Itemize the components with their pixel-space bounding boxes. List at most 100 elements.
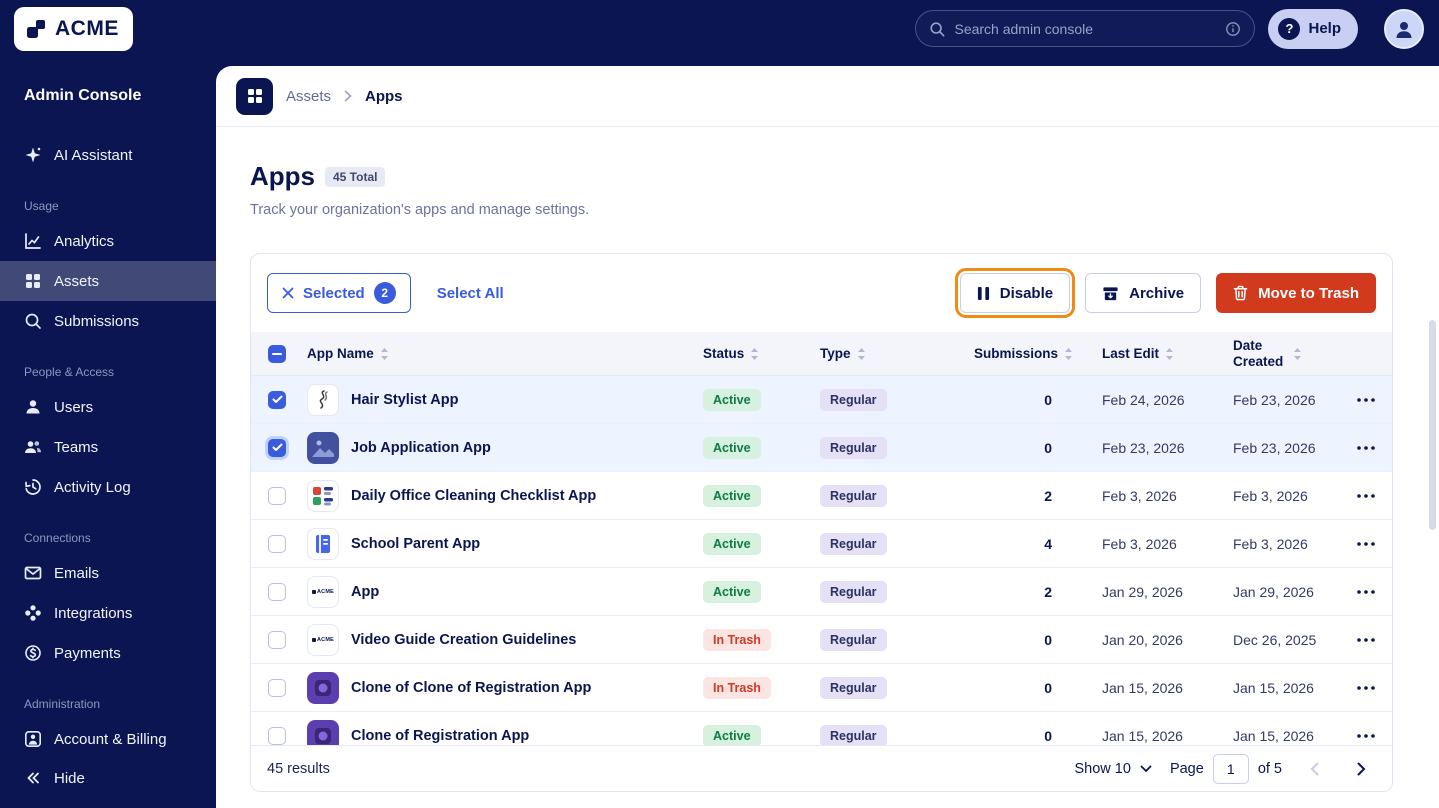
trash-icon [1233,285,1248,301]
app-name-link[interactable]: Video Guide Creation Guidelines [351,632,576,648]
avatar[interactable] [1384,8,1424,49]
type-badge: Regular [820,436,887,459]
sidebar-item-label: Submissions [54,312,140,330]
app-icon [307,479,339,512]
table-row[interactable]: Clone of Clone of Registration App In Tr… [251,664,1392,712]
sidebar-item-payments[interactable]: Payments [0,633,216,673]
row-checkbox[interactable] [268,486,286,505]
column-header-app-name[interactable]: App Name [307,346,703,361]
select-all-checkbox[interactable] [268,344,286,363]
app-name-link[interactable]: Daily Office Cleaning Checklist App [351,488,596,504]
table-row[interactable]: Job Application App Active Regular 0 Feb… [251,424,1392,472]
bulk-actions-toolbar: Selected 2 Select All Disable Archive Mo… [251,254,1392,332]
table-row[interactable]: Hair Stylist App Active Regular 0 Feb 24… [251,376,1392,424]
row-checkbox[interactable] [268,630,286,649]
previous-page-button[interactable] [1300,756,1329,782]
disable-label: Disable [999,284,1054,302]
sidebar-item-account-billing[interactable]: Account & Billing [0,719,216,759]
question-mark-icon: ? [1278,17,1301,40]
sidebar-item-users[interactable]: Users [0,387,216,427]
app-name-link[interactable]: App [351,584,379,600]
acme-logo[interactable]: ACME [14,6,133,51]
clear-selection-button[interactable]: Selected 2 [267,273,411,313]
page-size-select[interactable]: Show 10 [1075,761,1152,777]
row-checkbox[interactable] [268,678,286,697]
sidebar-section-connections: Connections [24,531,91,545]
sort-icon [380,347,388,360]
row-actions-button[interactable] [1351,680,1381,696]
row-checkbox[interactable] [268,534,286,553]
last-edit-date: Feb 3, 2026 [1102,535,1177,552]
sidebar-section-administration: Administration [24,697,101,711]
integrations-icon [24,604,42,622]
hide-sidebar-button[interactable]: Hide [0,758,216,798]
table-header: App Name Status Type Submissions Last Ed… [251,332,1392,376]
app-name-link[interactable]: Job Application App [351,440,491,456]
row-actions-button[interactable] [1351,536,1381,552]
row-checkbox[interactable] [268,726,286,745]
select-all-button[interactable]: Select All [437,285,504,302]
sidebar-item-activity-log[interactable]: Activity Log [0,467,216,507]
sidebar-item-submissions[interactable]: Submissions [0,301,216,341]
topbar: ACME ? Help [0,0,1439,57]
sidebar-item-teams[interactable]: Teams [0,427,216,467]
next-page-button[interactable] [1347,756,1376,782]
date-created: Dec 26, 2025 [1233,631,1317,648]
row-checkbox[interactable] [268,390,286,409]
row-actions-button[interactable] [1351,584,1381,600]
sidebar-item-assets[interactable]: Assets [0,261,216,301]
submissions-count: 0 [1044,679,1052,696]
app-name-link[interactable]: Hair Stylist App [351,392,458,408]
column-header-last-edit[interactable]: Last Edit [1102,346,1233,361]
table-row[interactable]: Daily Office Cleaning Checklist App Acti… [251,472,1392,520]
app-name-link[interactable]: Clone of Registration App [351,728,529,744]
disable-button[interactable]: Disable [954,268,1076,318]
main-content: Assets Apps Apps 45 Total Track your orga… [216,66,1439,808]
sidebar-item-emails[interactable]: Emails [0,553,216,593]
row-actions-button[interactable] [1351,392,1381,408]
row-actions-button[interactable] [1351,440,1381,456]
move-to-trash-label: Move to Trash [1258,284,1359,302]
app-name-link[interactable]: School Parent App [351,536,480,552]
table-row[interactable]: School Parent App Active Regular 4 Feb 3… [251,520,1392,568]
results-count: 45 results [267,760,330,777]
move-to-trash-button[interactable]: Move to Trash [1216,273,1376,313]
app-icon [307,383,339,416]
chevron-right-icon [344,90,352,102]
info-icon[interactable] [1225,21,1241,37]
column-header-type[interactable]: Type [820,346,974,361]
table-row[interactable]: ACME App Active Regular 2 Jan 29, 2026 J… [251,568,1392,616]
sidebar-item-integrations[interactable]: Integrations [0,593,216,633]
column-header-status[interactable]: Status [703,346,820,361]
archive-button[interactable]: Archive [1085,273,1202,313]
assets-breadcrumb-icon [236,77,273,115]
activity-log-icon [24,478,42,496]
date-created: Feb 23, 2026 [1233,439,1316,456]
table-row[interactable]: ACME Video Guide Creation Guidelines In … [251,616,1392,664]
column-header-date-created[interactable]: Date Created [1233,338,1340,369]
row-checkbox[interactable] [268,582,286,601]
sidebar-item-label: Analytics [54,232,115,250]
sidebar-item-label: Integrations [54,604,133,622]
app-name-link[interactable]: Clone of Clone of Registration App [351,680,591,696]
table-row[interactable]: Clone of Registration App Active Regular… [251,712,1392,747]
vertical-scrollbar[interactable] [1429,320,1436,530]
sidebar-item-ai-assistant[interactable]: AI Assistant [0,135,216,175]
row-checkbox[interactable] [268,438,286,457]
status-badge: Active [703,388,761,411]
last-edit-date: Feb 23, 2026 [1102,439,1185,456]
sidebar-item-analytics[interactable]: Analytics [0,221,216,261]
app-icon [307,431,339,464]
row-actions-button[interactable] [1351,728,1381,744]
column-header-submissions[interactable]: Submissions [974,346,1102,361]
admin-search[interactable] [915,10,1256,47]
breadcrumb-assets-link[interactable]: Assets [286,88,331,105]
page-number-input[interactable] [1212,753,1249,784]
sidebar-item-label: Emails [54,564,100,582]
row-actions-button[interactable] [1351,632,1381,648]
row-actions-button[interactable] [1351,488,1381,504]
app-icon: ACME [307,575,339,608]
search-input[interactable] [954,20,1217,37]
close-icon[interactable] [282,287,294,299]
help-button[interactable]: ? Help [1268,8,1358,49]
